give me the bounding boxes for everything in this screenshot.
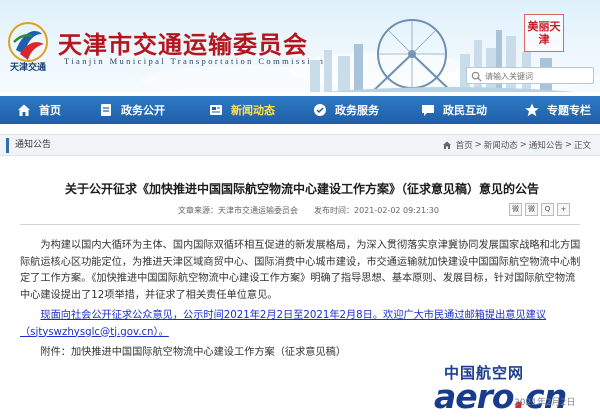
logo-text: 天津交通 [10,63,47,73]
seal-emblem: 美丽天津 [524,14,564,52]
breadcrumb-current: 正文 [573,141,591,151]
site-subtitle: Tianjin Municipal Transportation Commiss… [64,56,326,66]
breadcrumb-news[interactable]: 新闻动态 [484,139,518,151]
share-weibo-button[interactable]: 微 [525,203,538,216]
nav-item-services[interactable]: 政务服务 [294,96,398,124]
search-input[interactable] [485,69,591,83]
star-icon [525,103,539,117]
section-title: 通知公告 [6,138,51,153]
time-value: 2021-02-02 09:21:30 [354,206,439,215]
article-title: 关于公开征求《加快推进中国国际航空物流中心建设工作方案》（征求意见稿）意见的公告 [64,182,539,196]
document-icon [101,104,111,116]
share-wechat-button[interactable]: 微 [509,203,522,216]
breadcrumb-notices[interactable]: 通知公告 [529,139,563,151]
share-more-button[interactable]: + [557,203,570,216]
search-icon[interactable] [471,71,482,82]
breadcrumb: 首页 > 新闻动态 > 通知公告 > 正文 [442,139,592,151]
home-icon [18,104,30,116]
breadcrumb-separator: > [564,140,572,150]
article-paragraph-1: 为构建以国内大循环为主体、国内国际双循环相互促进的新发展格局，为深入贯彻落实京津… [20,240,581,301]
chat-icon [422,105,434,116]
nav-label: 新闻动态 [231,104,275,117]
nav-label: 首页 [39,104,61,117]
breadcrumb-home[interactable]: 首页 [456,139,473,151]
nav-item-news[interactable]: 新闻动态 [190,96,294,124]
watermark-date: 2021年2月2日 [514,398,576,408]
site-title[interactable]: 天津市交通运输委员会 [58,25,308,60]
nav-item-home[interactable]: 首页 [0,96,86,124]
header-banner: 天津交通 天津市交通运输委员会 Tianjin Municipal Transp… [0,0,600,92]
divider [20,224,580,225]
service-icon [314,104,326,116]
article-meta: 文章来源： 天津市交通运输委员会 发布时间： 2021-02-02 09:21:… [178,205,439,216]
watermark: 中国航空网 aero.cn 2021年2月2日 [430,362,600,417]
nav-item-government-affairs[interactable]: 政务公开 [86,96,190,124]
nav-label: 政民互动 [443,104,487,117]
source-label: 文章来源： [178,206,218,215]
main-nav: 首页 政务公开 新闻动态 政务服务 政民互动 专题专栏 [0,96,600,124]
nav-label: 政务公开 [121,104,165,117]
share-buttons: 微 微 Q + [509,203,570,216]
nav-label: 专题专栏 [547,104,591,117]
feedback-link[interactable]: 现面向社会公开征求公众意见，公示时间2021年2月2日至2021年2月8日。欢迎… [20,310,546,338]
home-icon [442,141,451,149]
nav-item-interaction[interactable]: 政民互动 [398,96,502,124]
nav-label: 政务服务 [335,104,379,117]
breadcrumb-separator: > [474,140,482,150]
time-label: 发布时间： [314,206,354,215]
breadcrumb-separator: > [519,140,527,150]
attachment-link[interactable]: 附件：加快推进中国国际航空物流中心建设工作方案（征求意见稿） [20,345,582,362]
breadcrumb-bar: 通知公告 首页 > 新闻动态 > 通知公告 > 正文 [0,134,600,156]
news-icon [210,105,222,115]
source-value: 天津市交通运输委员会 [218,206,298,215]
search-box[interactable] [466,67,594,84]
nav-item-special-topics[interactable]: 专题专栏 [502,96,600,124]
share-qq-button[interactable]: Q [541,203,554,216]
article-paragraph-2[interactable]: 现面向社会公开征求公众意见，公示时间2021年2月2日至2021年2月8日。欢迎… [20,308,582,341]
